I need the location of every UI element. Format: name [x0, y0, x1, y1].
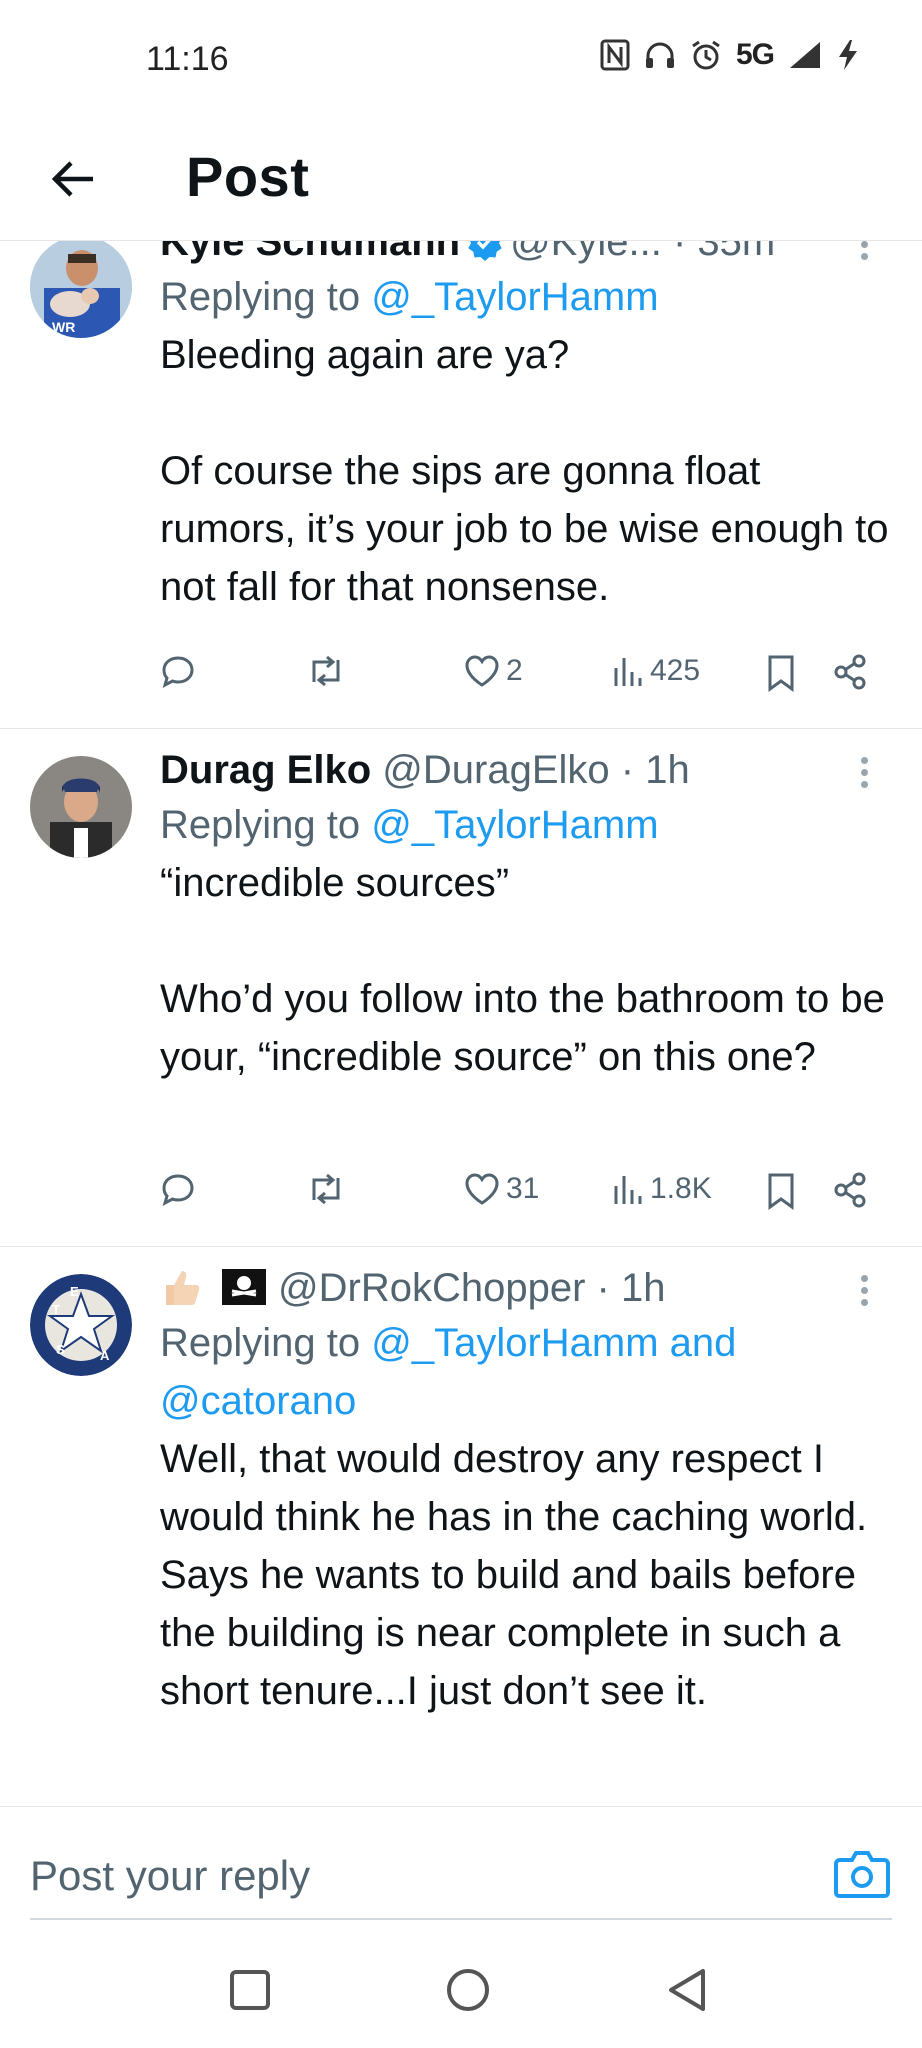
repost-icon [312, 655, 340, 687]
like-button[interactable]: 31 [464, 1172, 539, 1206]
view-count: 425 [650, 654, 701, 687]
signal-icon [790, 42, 820, 68]
like-count: 2 [506, 654, 523, 687]
svg-text:T: T [52, 1302, 60, 1317]
svg-text:S: S [56, 1342, 65, 1357]
share-button[interactable] [832, 654, 868, 690]
repost-icon [312, 1173, 340, 1205]
home-button[interactable] [438, 1960, 498, 2020]
more-options-icon[interactable] [856, 1270, 872, 1311]
replying-to-link-2[interactable]: @catorano [160, 1379, 356, 1423]
post-time: · 1h [620, 748, 690, 792]
reply-input[interactable]: Post your reply [30, 1852, 310, 1900]
back-button[interactable] [40, 146, 106, 212]
pirate-flag-icon [222, 1269, 266, 1305]
views-button[interactable]: 1.8K [612, 1172, 712, 1206]
heart-icon [465, 1173, 499, 1205]
bookmark-icon [768, 655, 794, 692]
svg-text:A: A [100, 1348, 110, 1363]
author-handle[interactable]: @DrRokChopper [278, 1266, 585, 1310]
views-button[interactable]: 425 [612, 654, 700, 688]
bookmark-button[interactable] [766, 1172, 796, 1210]
reply-underline [30, 1918, 892, 1920]
svg-text:E: E [70, 1284, 79, 1299]
replying-to: Replying to @_TaylorHamm and @catorano [160, 1321, 737, 1423]
thumbs-up-icon [166, 1271, 200, 1305]
replying-to: Replying to @_TaylorHamm [160, 803, 659, 847]
comment-icon [162, 1174, 194, 1206]
tweet-text: “incredible sources” Who’d you follow in… [160, 861, 885, 1079]
recents-button[interactable] [220, 1960, 280, 2020]
replying-to-link[interactable]: @_TaylorHamm [371, 803, 658, 847]
bookmark-icon [768, 1173, 794, 1210]
headphones-icon [645, 42, 674, 68]
repost-button[interactable] [306, 1172, 346, 1206]
bar-chart-icon [614, 1176, 642, 1204]
reply-button[interactable] [160, 654, 196, 690]
repost-button[interactable] [306, 654, 346, 688]
replying-to-link[interactable]: @_TaylorHamm and [371, 1321, 736, 1365]
heart-icon [465, 655, 499, 687]
camera-button[interactable] [832, 1846, 892, 1902]
author-handle[interactable]: @DuragElko [382, 748, 609, 792]
bar-chart-icon [614, 658, 642, 686]
author-name[interactable]: Durag Elko [160, 748, 371, 792]
bookmark-button[interactable] [766, 654, 796, 692]
header-divider [0, 240, 922, 241]
arrow-left-icon [51, 161, 93, 197]
divider [0, 728, 922, 729]
charging-icon [839, 40, 857, 70]
share-icon [834, 1172, 866, 1208]
avatar[interactable] [30, 756, 132, 858]
reply-button[interactable] [160, 1172, 196, 1208]
square-icon [230, 1970, 270, 2010]
triangle-back-icon [669, 1969, 705, 2011]
tweet-actions: 31 1.8K [160, 1172, 872, 1232]
tweet-actions: 2 425 [160, 654, 872, 714]
like-count: 31 [506, 1172, 540, 1205]
share-icon [834, 654, 866, 690]
replying-to-link[interactable]: @_TaylorHamm [371, 275, 658, 319]
divider [0, 1246, 922, 1247]
status-time: 11:16 [146, 40, 229, 78]
more-options-icon[interactable] [856, 752, 872, 793]
avatar[interactable]: T E A S [30, 1274, 132, 1376]
tweet-text: Well, that would destroy any respect I w… [160, 1437, 868, 1713]
nfc-icon [600, 39, 630, 71]
share-button[interactable] [832, 1172, 868, 1208]
svg-text:WR: WR [52, 319, 75, 335]
page-title: Post [186, 145, 310, 208]
status-bar: 11:16 5G [0, 0, 922, 120]
alarm-icon [692, 40, 720, 70]
avatar[interactable]: WR [30, 236, 132, 338]
back-nav-button[interactable] [656, 1960, 716, 2020]
system-nav-bar [0, 1930, 922, 2048]
post-time: · 1h [596, 1266, 666, 1310]
replying-to: Replying to @_TaylorHamm [160, 275, 659, 319]
post-header: Post [0, 120, 922, 240]
composer-divider [0, 1806, 922, 1807]
comment-icon [162, 656, 194, 688]
like-button[interactable]: 2 [464, 654, 523, 688]
view-count: 1.8K [650, 1172, 712, 1205]
camera-icon [834, 1851, 890, 1898]
status-icons: 5G [600, 38, 860, 72]
tweet-text: Bleeding again are ya? Of course the sip… [160, 333, 889, 609]
network-type: 5G [735, 38, 775, 71]
circle-icon [447, 1969, 489, 2011]
